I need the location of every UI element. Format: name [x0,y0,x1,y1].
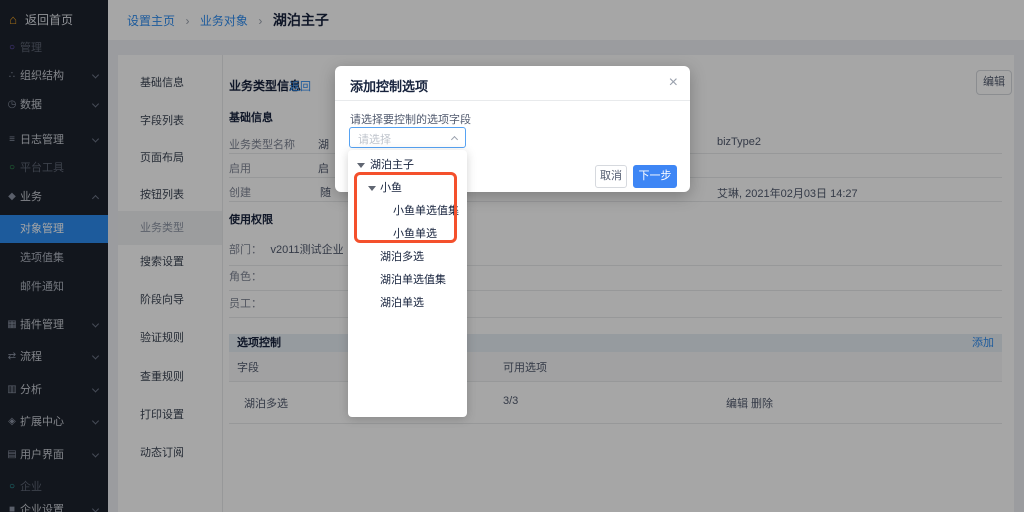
tree-item-label: 湖泊单选值集 [380,274,446,286]
tree-item-label: 湖泊单选 [380,297,424,309]
tree-item-xiaoyu-danxuanzhiji[interactable]: 小鱼单选值集 [348,200,467,223]
next-step-button[interactable]: 下一步 [633,165,677,188]
tree-item-label: 小鱼单选 [393,228,437,240]
caret-down-icon[interactable] [357,163,365,168]
tree-item-label: 湖泊多选 [380,251,424,263]
select-field-label: 请选择要控制的选项字段 [350,111,471,127]
tree-item-label: 小鱼单选值集 [393,205,459,217]
select-placeholder: 请选择 [358,131,391,147]
cancel-button[interactable]: 取消 [595,165,627,188]
tree-item-hupo-duoxuan[interactable]: 湖泊多选 [348,246,467,269]
tree-item-xiaoyu-danxuan[interactable]: 小鱼单选 [348,223,467,246]
tree-item-hupozhuzi[interactable]: 湖泊主子 [348,154,467,177]
tree-item-label: 湖泊主子 [370,159,414,171]
chevron-up-icon [451,135,458,142]
app-screen: ⌂ 返回首页 ○ 管理 ∴ 组织结构 ◷ 数据 ≡ 日志管理 ○ 平台工具 ◆ [0,0,1024,512]
caret-down-icon[interactable] [368,186,376,191]
tree-item-label: 小鱼 [380,182,402,194]
modal-title: 添加控制选项 [350,76,428,95]
tree-item-xiaoyu[interactable]: 小鱼 [348,177,467,200]
close-icon[interactable]: × [669,73,678,93]
tree-item-hupo-danxuanzhiji[interactable]: 湖泊单选值集 [348,269,467,292]
field-select[interactable]: 请选择 [349,127,466,148]
tree-item-hupo-danxuan[interactable]: 湖泊单选 [348,292,467,315]
modal-header: 添加控制选项 × [335,66,690,101]
field-select-dropdown: 湖泊主子 小鱼 小鱼单选值集 小鱼单选 湖泊多选 湖泊单选值集 湖泊单选 [348,150,467,417]
